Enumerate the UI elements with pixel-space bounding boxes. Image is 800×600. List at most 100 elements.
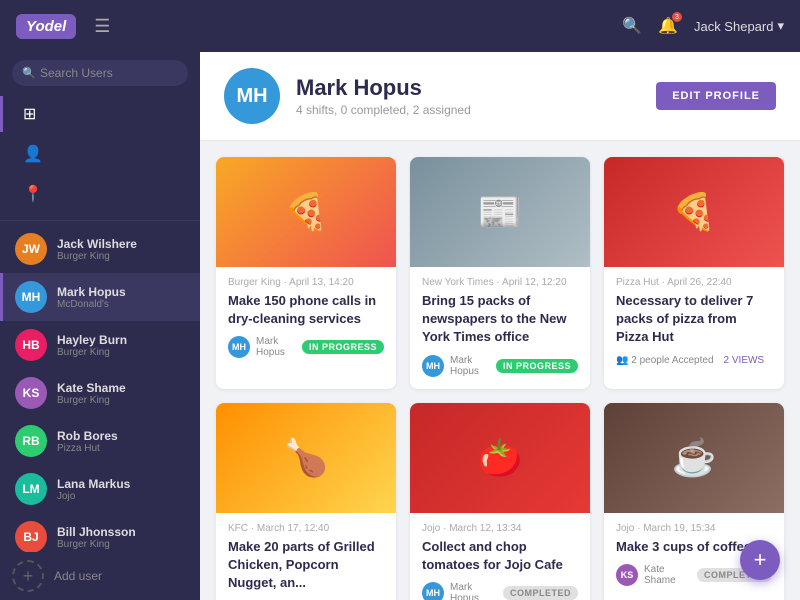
notif-badge: 3 [672, 12, 682, 22]
profile-name: Mark Hopus [296, 75, 640, 101]
fab-button[interactable]: + [740, 540, 780, 580]
card-body: Burger King · April 13, 14:20 Make 150 p… [216, 267, 396, 370]
avatar: BJ [15, 521, 47, 552]
user-info: Jack Wilshere Burger King [57, 237, 137, 262]
search-input[interactable] [12, 60, 188, 86]
card-user-name: Mark Hopus [450, 582, 497, 600]
profile-meta: 4 shifts, 0 completed, 2 assigned [296, 103, 640, 117]
card-meta: New York Times · April 12, 12:20 [422, 277, 578, 288]
cards-grid: 🍕 Burger King · April 13, 14:20 Make 150… [216, 157, 784, 600]
card-title: Make 20 parts of Grilled Chicken, Popcor… [228, 538, 384, 593]
status-badge: IN PROGRESS [496, 359, 578, 373]
cards-scroll: 🍕 Burger King · April 13, 14:20 Make 150… [200, 141, 800, 600]
sidebar-item-rob-bores[interactable]: RB Rob Bores Pizza Hut [0, 417, 200, 465]
user-name-label: Hayley Burn [57, 333, 127, 347]
card-meta: Pizza Hut · April 26, 22:40 [616, 277, 772, 288]
card-card4: 🍗 KFC · March 17, 12:40 Make 20 parts of… [216, 403, 396, 600]
card-user-avatar: MH [422, 355, 444, 377]
user-role-label: Burger King [57, 539, 136, 550]
card-image: 🍕 [604, 157, 784, 267]
user-role-label: Burger King [57, 395, 126, 406]
user-info: Bill Jhonsson Burger King [57, 525, 136, 550]
main-layout: 🔍 ⊞ 👤 📍 JW Jack Wilshere Burger King MH … [0, 52, 800, 600]
card-meta: KFC · March 17, 12:40 [228, 523, 384, 534]
card-user-avatar: MH [422, 582, 444, 600]
sidebar-item-jack-wilshere[interactable]: JW Jack Wilshere Burger King [0, 225, 200, 273]
card-user-name: Kate Shame [644, 564, 691, 586]
hamburger-icon[interactable]: ☰ [94, 16, 110, 37]
sidebar-item-hayley-burn[interactable]: HB Hayley Burn Burger King [0, 321, 200, 369]
card-card2: 📰 New York Times · April 12, 12:20 Bring… [410, 157, 590, 389]
card-user-avatar: KS [616, 564, 638, 586]
sidebar-icon-location[interactable]: 📍 [0, 176, 200, 212]
card-card5: 🍅 Jojo · March 12, 13:34 Collect and cho… [410, 403, 590, 600]
card-stats: 👥 2 people Accepted 2 VIEWS [616, 355, 772, 366]
sidebar-icon-layers[interactable]: ⊞ [0, 96, 200, 132]
add-user-row[interactable]: + Add user [0, 552, 200, 600]
sidebar-item-lana-markus[interactable]: LM Lana Markus Jojo [0, 465, 200, 513]
user-info: Hayley Burn Burger King [57, 333, 127, 358]
card-title: Bring 15 packs of newspapers to the New … [422, 292, 578, 347]
profile-text: Mark Hopus 4 shifts, 0 completed, 2 assi… [296, 75, 640, 117]
card-meta: Jojo · March 19, 15:34 [616, 523, 772, 534]
card-footer: MH Mark Hopus IN PROGRESS [228, 336, 384, 358]
card-footer: MH Mark Hopus COMPLETED [422, 582, 578, 600]
status-badge: COMPLETED [503, 586, 578, 600]
card-body: New York Times · April 12, 12:20 Bring 1… [410, 267, 590, 389]
card-image: ☕ [604, 403, 784, 513]
card-user-avatar: MH [228, 336, 250, 358]
avatar: HB [15, 329, 47, 361]
user-info: Kate Shame Burger King [57, 381, 126, 406]
nav-right: 🔍 🔔 3 Jack Shepard ▾ [622, 16, 784, 36]
card-image: 🍗 [216, 403, 396, 513]
search-wrap: 🔍 [12, 60, 188, 86]
card-title: Collect and chop tomatoes for Jojo Cafe [422, 538, 578, 574]
sidebar-users-list: JW Jack Wilshere Burger King MH Mark Hop… [0, 225, 200, 552]
profile-avatar: MH [224, 68, 280, 124]
user-role-label: Pizza Hut [57, 443, 118, 454]
top-nav: Yodel ☰ 🔍 🔔 3 Jack Shepard ▾ [0, 0, 800, 52]
sidebar-icon-group: ⊞ 👤 📍 [0, 96, 200, 221]
avatar: MH [15, 281, 47, 313]
user-menu[interactable]: Jack Shepard ▾ [694, 18, 784, 34]
search-icon[interactable]: 🔍 [622, 16, 642, 36]
chevron-down-icon: ▾ [777, 18, 784, 34]
card-image: 🍅 [410, 403, 590, 513]
card-image: 📰 [410, 157, 590, 267]
add-user-icon: + [12, 560, 44, 592]
card-meta: Jojo · March 12, 13:34 [422, 523, 578, 534]
user-role-label: Burger King [57, 347, 127, 358]
card-user-name: Mark Hopus [450, 355, 490, 377]
profile-header: MH Mark Hopus 4 shifts, 0 completed, 2 a… [200, 52, 800, 141]
sidebar-search-icon: 🔍 [22, 67, 36, 80]
user-info: Lana Markus Jojo [57, 477, 130, 502]
user-name-label: Kate Shame [57, 381, 126, 395]
user-name-label: Lana Markus [57, 477, 130, 491]
card-body: Pizza Hut · April 26, 22:40 Necessary to… [604, 267, 784, 382]
user-role-label: Jojo [57, 491, 130, 502]
card-card1: 🍕 Burger King · April 13, 14:20 Make 150… [216, 157, 396, 389]
add-user-label: Add user [54, 569, 102, 583]
content-wrap: 🍕 Burger King · April 13, 14:20 Make 150… [200, 141, 800, 600]
avatar: JW [15, 233, 47, 265]
user-name-label: Jack Wilshere [57, 237, 137, 251]
user-name-label: Bill Jhonsson [57, 525, 136, 539]
sidebar-item-bill-jhonsson[interactable]: BJ Bill Jhonsson Burger King [0, 513, 200, 552]
sidebar-icon-person[interactable]: 👤 [0, 136, 200, 172]
views-stat: 2 VIEWS [724, 355, 765, 366]
user-role-label: McDonald's [57, 299, 126, 310]
card-footer: MH Mark Hopus IN PROGRESS [422, 355, 578, 377]
accepted-stat: 👥 2 people Accepted [616, 355, 714, 366]
notification-icon[interactable]: 🔔 3 [658, 16, 678, 36]
card-title: Make 150 phone calls in dry-cleaning ser… [228, 292, 384, 328]
nav-user-name: Jack Shepard [694, 19, 774, 34]
sidebar-item-mark-hopus[interactable]: MH Mark Hopus McDonald's [0, 273, 200, 321]
card-body: KFC · March 17, 12:40 Make 20 parts of G… [216, 513, 396, 600]
card-card3: 🍕 Pizza Hut · April 26, 22:40 Necessary … [604, 157, 784, 389]
card-user-name: Mark Hopus [256, 336, 296, 358]
card-meta: Burger King · April 13, 14:20 [228, 277, 384, 288]
edit-profile-button[interactable]: EDIT PROFILE [656, 82, 776, 110]
sidebar-item-kate-shame[interactable]: KS Kate Shame Burger King [0, 369, 200, 417]
user-info: Rob Bores Pizza Hut [57, 429, 118, 454]
user-info: Mark Hopus McDonald's [57, 285, 126, 310]
